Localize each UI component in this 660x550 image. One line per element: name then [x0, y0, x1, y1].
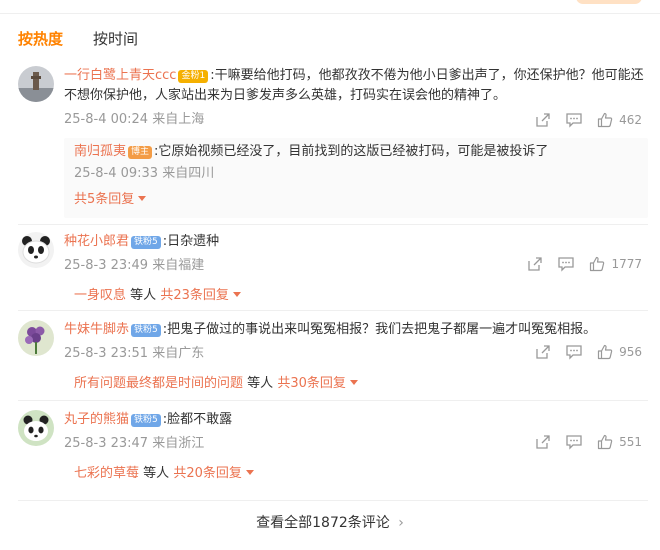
thumbs-up-icon	[597, 344, 613, 360]
like-count: 956	[619, 345, 642, 359]
divider	[18, 224, 648, 225]
caret-down-icon	[138, 196, 147, 201]
comment-item: 一行白鹭上青天ccc 金粉1:干嘛要给他打码，他都孜孜不倦为他小日爹出声了，你还保…	[18, 66, 648, 226]
comment-icon	[566, 345, 582, 360]
comment-actions: 462	[535, 112, 642, 128]
divider	[18, 500, 648, 501]
reply-username[interactable]: 南归孤夷	[74, 144, 126, 159]
tab-hot[interactable]: 按热度	[18, 28, 63, 54]
share-button[interactable]	[535, 344, 551, 360]
avatar[interactable]	[18, 410, 54, 446]
fan-badge: 铁粉5	[131, 414, 161, 427]
comment-icon	[566, 435, 582, 450]
comment-text: :脸都不敢露	[162, 412, 233, 427]
view-all-label: 查看全部1872条评论	[256, 515, 390, 531]
comment-item: 种花小郎君 铁粉5:日杂遗种 25-8-3 23:49 来自福建 一身叹息 等人 …	[18, 232, 648, 312]
sort-tabs: 按热度 按时间	[18, 28, 138, 54]
like-button[interactable]: 462	[597, 112, 642, 128]
panda-avatar-icon	[18, 232, 54, 268]
reply-summary-mid: 等人	[130, 288, 157, 303]
divider	[18, 400, 648, 401]
share-button[interactable]	[535, 434, 551, 450]
share-icon	[536, 345, 550, 359]
reply-meta: 25-8-4 09:33 来自四川	[74, 166, 215, 181]
share-icon	[536, 435, 550, 449]
reply-button[interactable]	[565, 434, 583, 450]
panda2-avatar-icon	[18, 410, 54, 446]
avatar[interactable]	[18, 232, 54, 268]
comment-icon	[566, 113, 582, 128]
more-replies-link[interactable]: 共20条回复	[173, 466, 254, 481]
share-button[interactable]	[535, 112, 551, 128]
caret-down-icon	[349, 380, 358, 385]
reply-box: 南归孤夷 博主:它原始视频已经没了，目前找到的这版已经被打码，可能是被投诉了 25…	[64, 138, 648, 218]
reply-text: :它原始视频已经没了，目前找到的这版已经被打码，可能是被投诉了	[154, 144, 549, 159]
more-replies-link[interactable]: 共30条回复	[277, 376, 358, 391]
reply-summary: 所有问题最终都是时间的问题 等人 共30条回复	[64, 372, 648, 391]
chevron-right-icon: ›	[398, 515, 404, 531]
more-replies-label: 共23条回复	[160, 288, 229, 303]
comment-icon	[558, 257, 575, 272]
more-replies-label: 共30条回复	[277, 376, 346, 391]
divider	[18, 310, 648, 311]
comment-text: :日杂遗种	[162, 234, 220, 249]
like-button[interactable]: 1777	[589, 256, 642, 272]
fan-badge: 金粉1	[178, 70, 209, 83]
like-button[interactable]: 551	[597, 434, 642, 450]
comment-actions: 1777	[527, 256, 642, 272]
tower-avatar-icon	[18, 66, 54, 102]
more-replies-label: 共5条回复	[74, 192, 135, 207]
avatar[interactable]	[18, 320, 54, 356]
reply-summary-mid: 等人	[247, 376, 274, 391]
reply-summary: 七彩的草莓 等人 共20条回复	[64, 462, 648, 481]
fan-badge: 铁粉5	[131, 236, 161, 249]
top-action-pill[interactable]	[576, 0, 642, 4]
avatar[interactable]	[18, 66, 54, 102]
caret-down-icon	[245, 470, 254, 475]
author-badge: 博主	[128, 146, 153, 159]
reply-summary-user[interactable]: 一身叹息	[74, 288, 126, 303]
more-replies-link[interactable]: 共23条回复	[160, 288, 241, 303]
reply-button[interactable]	[557, 256, 575, 272]
like-button[interactable]: 956	[597, 344, 642, 360]
share-button[interactable]	[527, 256, 543, 272]
comment-actions: 551	[535, 434, 642, 450]
comment-text: :把鬼子做过的事说出来叫冤冤相报？我们去把鬼子都屠一遍才叫冤冤相报。	[162, 322, 597, 337]
thumbs-up-icon	[597, 434, 613, 450]
caret-down-icon	[232, 292, 241, 297]
comment-item: 牛妹牛脚赤 铁粉5:把鬼子做过的事说出来叫冤冤相报？我们去把鬼子都屠一遍才叫冤冤相…	[18, 320, 648, 400]
reply-button[interactable]	[565, 344, 583, 360]
fan-badge: 铁粉5	[131, 324, 161, 337]
share-icon	[536, 113, 550, 127]
comment-item: 丸子的熊猫 铁粉5:脸都不敢露 25-8-3 23:47 来自浙江 七彩的草莓 等…	[18, 410, 648, 490]
username[interactable]: 一行白鹭上青天ccc	[64, 68, 176, 83]
tab-time[interactable]: 按时间	[93, 28, 138, 54]
reply-summary-user[interactable]: 所有问题最终都是时间的问题	[74, 376, 243, 391]
thumbs-up-icon	[590, 256, 605, 272]
reply-summary: 一身叹息 等人 共23条回复	[64, 284, 648, 303]
more-replies-link[interactable]: 共5条回复	[74, 192, 147, 207]
thumbs-up-icon	[597, 112, 613, 128]
view-all-comments-link[interactable]: 查看全部1872条评论 ›	[0, 512, 660, 532]
reply-summary-user[interactable]: 七彩的草莓	[74, 466, 139, 481]
like-count: 551	[619, 435, 642, 449]
reply-button[interactable]	[565, 112, 583, 128]
like-count: 462	[619, 113, 642, 127]
username[interactable]: 牛妹牛脚赤	[64, 322, 129, 337]
flower-avatar-icon	[18, 320, 54, 356]
more-replies-label: 共20条回复	[173, 466, 242, 481]
like-count: 1777	[611, 257, 642, 271]
reply-summary-mid: 等人	[143, 466, 170, 481]
comment-actions: 956	[535, 344, 642, 360]
username[interactable]: 丸子的熊猫	[64, 412, 129, 427]
username[interactable]: 种花小郎君	[64, 234, 129, 249]
share-icon	[528, 257, 543, 271]
top-strip	[0, 0, 660, 14]
